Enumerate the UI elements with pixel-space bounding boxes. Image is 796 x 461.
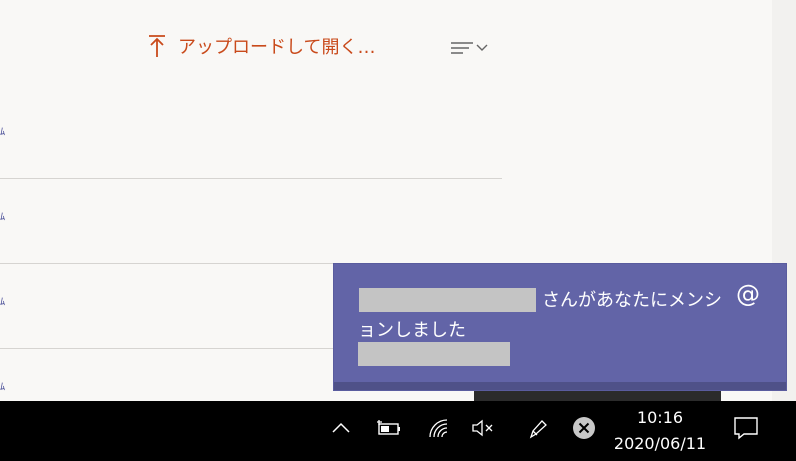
notification-bottom-bar (334, 382, 786, 390)
redacted-content (358, 342, 510, 366)
volume-muted-icon (472, 419, 493, 437)
battery-charging-icon (377, 420, 400, 435)
close-circle-icon (573, 417, 595, 439)
chevron-up-icon (332, 422, 350, 433)
notification-message-container: さんがあなたにメンションしました (358, 286, 738, 346)
list-item-marker: ﾑ (0, 127, 5, 138)
chevron-down-icon (476, 44, 488, 51)
clock-time: 10:16 (636, 408, 684, 427)
battery-button[interactable] (376, 415, 402, 441)
pen-icon (529, 420, 547, 439)
background-strip (474, 389, 721, 401)
list-item[interactable]: ﾑ (0, 178, 502, 264)
show-hidden-icons-button[interactable] (328, 415, 354, 441)
network-button[interactable] (426, 415, 452, 441)
upload-open-button[interactable]: アップロードして開く… (146, 30, 375, 62)
taskbar-clock[interactable]: 10:16 2020/06/11 (604, 403, 716, 459)
mention-notification[interactable]: さんがあなたにメンションしました @ (334, 264, 786, 390)
list-item-marker: ﾑ (0, 382, 5, 393)
action-center-icon (734, 417, 758, 440)
list-item[interactable]: ﾑ (0, 93, 502, 179)
upload-open-label: アップロードして開く… (178, 37, 376, 58)
wifi-icon (429, 419, 448, 438)
windows-ink-button[interactable] (526, 415, 552, 441)
volume-button[interactable] (470, 415, 496, 441)
clock-date: 2020/06/11 (613, 434, 707, 453)
upload-arrow-icon (149, 35, 165, 57)
at-icon: @ (736, 280, 760, 308)
list-item-marker: ﾑ (0, 212, 5, 223)
sort-menu-icon (451, 42, 473, 54)
tray-app-button[interactable] (571, 415, 597, 441)
notification-message: さんがあなたにメンションしました (358, 290, 722, 341)
sort-menu-button[interactable] (449, 36, 495, 58)
list-item-marker: ﾑ (0, 297, 5, 308)
action-center-button[interactable] (732, 415, 760, 441)
